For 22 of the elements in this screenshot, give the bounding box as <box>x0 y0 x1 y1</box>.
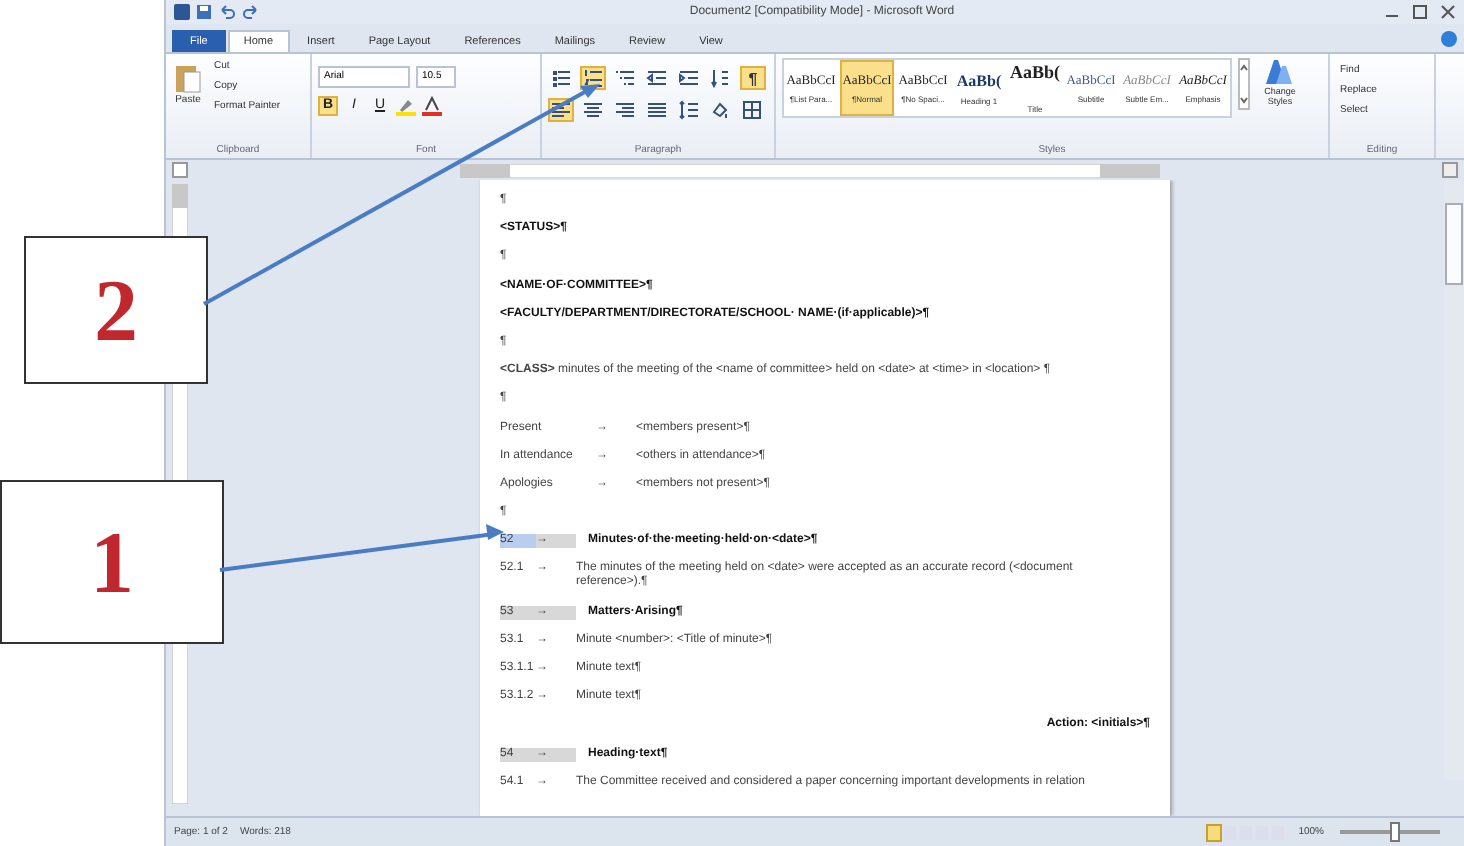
save-icon[interactable] <box>196 4 212 20</box>
right-button[interactable] <box>612 98 638 122</box>
show-hide-button[interactable]: ¶ <box>740 66 766 90</box>
close-icon[interactable] <box>1440 4 1456 20</box>
outdent-button[interactable] <box>644 66 670 90</box>
zoom-slider-thumb[interactable] <box>1390 822 1400 842</box>
zoom-slider[interactable] <box>1336 822 1444 842</box>
font-color-icon[interactable] <box>422 96 442 116</box>
sort-button[interactable] <box>708 66 734 90</box>
indent-button[interactable] <box>676 66 702 90</box>
maximize-icon[interactable] <box>1412 4 1428 20</box>
center-button[interactable] <box>580 98 606 122</box>
clipboard-icon[interactable] <box>174 62 202 94</box>
ruler-toggle-icon[interactable] <box>172 162 188 178</box>
undo-icon[interactable] <box>218 4 236 20</box>
redo-icon[interactable] <box>242 4 260 20</box>
gallery-scroll-icon[interactable] <box>1238 58 1250 110</box>
multilevel-button[interactable] <box>612 66 638 90</box>
spacing-button[interactable] <box>676 98 702 122</box>
bullets-button[interactable] <box>548 66 574 90</box>
justify-button[interactable] <box>644 98 670 122</box>
borders-button[interactable] <box>740 98 766 122</box>
